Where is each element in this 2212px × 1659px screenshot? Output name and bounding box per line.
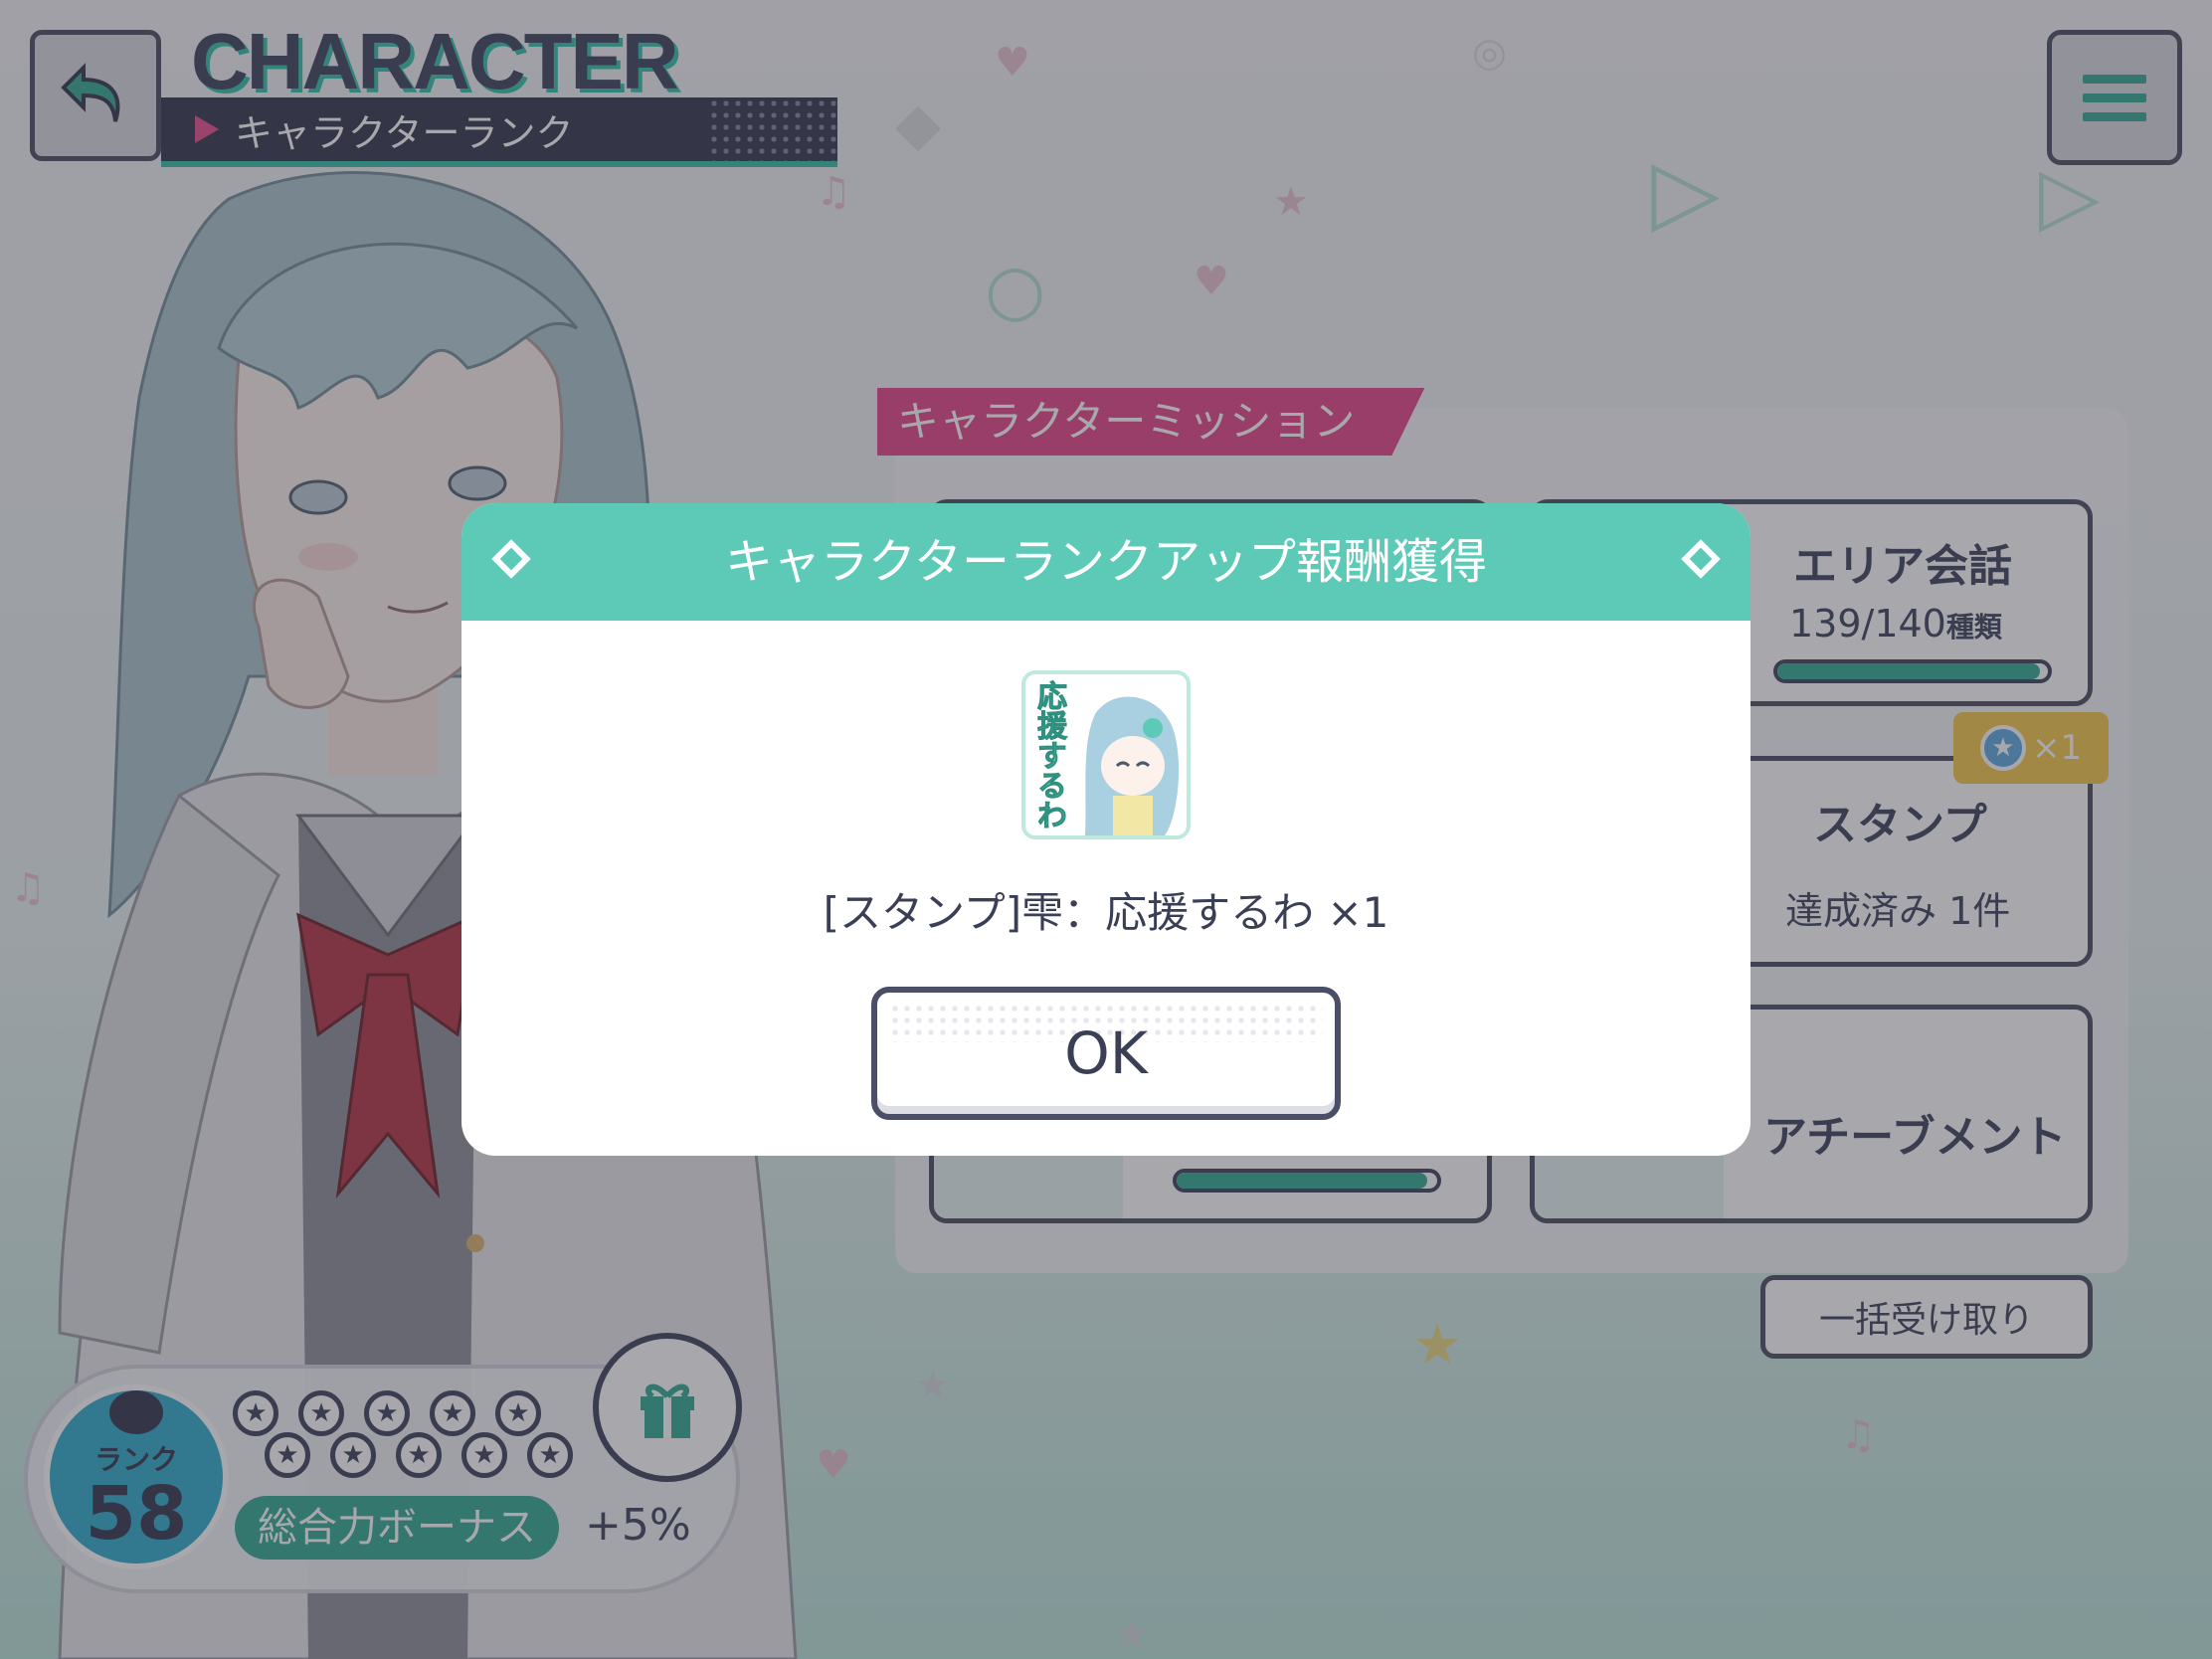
ok-button[interactable]: OK — [871, 987, 1341, 1120]
dialog-title: キャラクターランクアップ報酬獲得 — [724, 534, 1488, 590]
ok-button-label: OK — [1064, 1019, 1148, 1087]
reward-description: [スタンプ]雫：応援するわ ×1 — [823, 888, 1389, 937]
reward-dialog: キャラクターランクアップ報酬獲得 応援するわ [スタンプ]雫：応援するわ ×1 … — [461, 503, 1751, 1156]
stamp-reward-icon: 応援するわ — [1021, 670, 1191, 839]
stamp-text: 応援するわ — [1031, 680, 1067, 830]
dialog-header: キャラクターランクアップ報酬獲得 — [461, 503, 1751, 621]
